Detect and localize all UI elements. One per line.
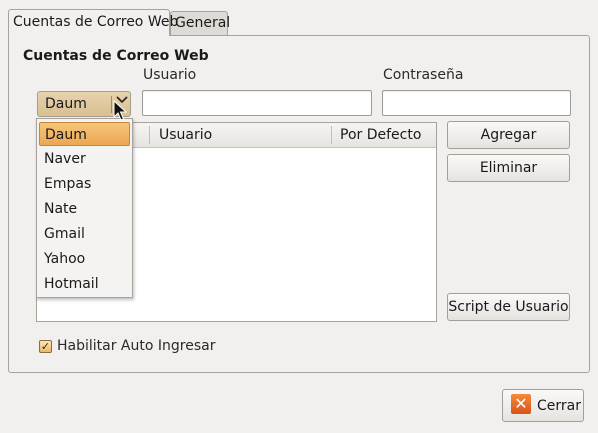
remove-button[interactable]: Eliminar	[447, 154, 570, 182]
tab-webmail-accounts[interactable]: Cuentas de Correo Web	[8, 9, 178, 36]
column-header-usuario[interactable]: Usuario	[159, 127, 212, 143]
column-separator	[331, 126, 332, 144]
close-button-label: Cerrar	[537, 398, 581, 414]
add-button[interactable]: Agregar	[447, 121, 570, 149]
column-separator	[149, 126, 150, 144]
provider-dropdown-menu: Daum Naver Empas Nate Gmail Yahoo Hotmai…	[36, 118, 133, 298]
menu-item-gmail[interactable]: Gmail	[39, 222, 130, 246]
section-title: Cuentas de Correo Web	[23, 48, 209, 64]
tab-label: General	[175, 15, 231, 31]
user-script-button[interactable]: Script de Usuario	[447, 293, 570, 321]
mouse-cursor-icon	[113, 99, 128, 126]
auto-login-label[interactable]: Habilitar Auto Ingresar	[57, 338, 215, 354]
menu-item-empas[interactable]: Empas	[39, 172, 130, 196]
menu-item-yahoo[interactable]: Yahoo	[39, 247, 130, 271]
close-button[interactable]: ✕ Cerrar	[502, 389, 584, 422]
combo-separator	[111, 96, 112, 113]
menu-item-hotmail[interactable]: Hotmail	[39, 272, 130, 296]
tab-label: Cuentas de Correo Web	[13, 14, 179, 30]
tab-general[interactable]: General	[170, 11, 231, 35]
column-header-por-defecto[interactable]: Por Defecto	[340, 127, 421, 143]
close-icon: ✕	[511, 394, 531, 414]
contrasena-input[interactable]	[382, 90, 571, 116]
menu-item-naver[interactable]: Naver	[39, 147, 130, 171]
contrasena-label: Contraseña	[383, 67, 464, 83]
provider-combo-value: Daum	[45, 96, 87, 112]
auto-login-checkbox[interactable]: ✓	[39, 340, 52, 353]
menu-item-nate[interactable]: Nate	[39, 197, 130, 221]
usuario-input[interactable]	[142, 90, 372, 116]
usuario-label: Usuario	[143, 67, 197, 83]
